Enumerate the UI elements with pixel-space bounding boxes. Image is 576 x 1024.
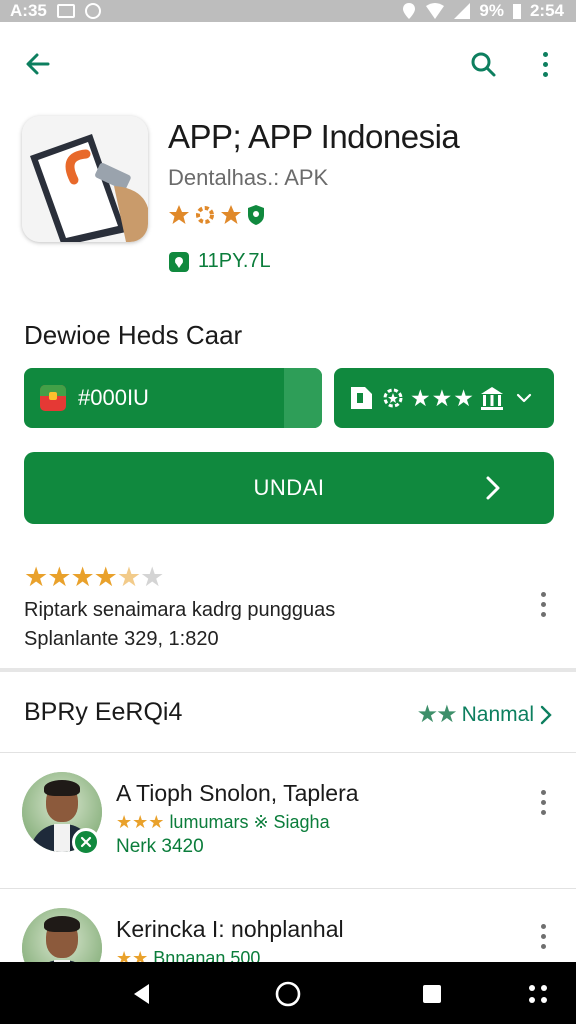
rating-selector-stars: ★★★ xyxy=(410,384,475,411)
shield-badge-icon xyxy=(248,205,264,225)
status-left: A:35 xyxy=(10,1,101,21)
back-button[interactable] xyxy=(16,42,60,86)
section-title: BPRy EeRQi4 xyxy=(24,698,183,726)
divider xyxy=(0,888,576,889)
status-left-text: A:35 xyxy=(10,1,47,20)
square-recents-icon xyxy=(423,985,441,1003)
divider xyxy=(0,752,576,753)
review-text-line2: Splanlante 329, 1:820 xyxy=(24,628,219,650)
app-header: APP; APP Indonesia Dentalhas.: APK 11PY.… xyxy=(0,110,576,290)
document-icon xyxy=(351,387,372,409)
star-icon: ★ xyxy=(70,562,94,592)
nav-apps-button[interactable] xyxy=(518,974,558,1014)
arrow-left-icon xyxy=(26,53,50,75)
location-icon xyxy=(403,3,416,19)
search-button[interactable] xyxy=(461,42,505,86)
country-code: #000IU xyxy=(78,385,149,410)
app-icon xyxy=(22,116,148,242)
section-stars-icon: ★★ xyxy=(416,701,458,728)
list-item-title: Kerincka I: nohplanhal xyxy=(116,916,344,942)
app-size: 11PY.7L xyxy=(198,250,271,272)
list-item-stars: ★★★ xyxy=(116,812,165,832)
system-nav-bar xyxy=(0,962,576,1024)
status-bar: A:35 9% 2:54 xyxy=(0,0,576,22)
flag-icon xyxy=(40,385,66,411)
gear-badge-icon xyxy=(196,206,214,224)
list-item-subtitle-text: lumumars ※ Siagha xyxy=(169,812,330,832)
triangle-back-icon xyxy=(134,984,149,1004)
star-icon: ★ xyxy=(24,562,48,592)
nav-back-button[interactable] xyxy=(122,974,162,1014)
circle-home-icon xyxy=(275,981,301,1007)
install-button[interactable]: UNDAI xyxy=(24,452,554,524)
nav-recents-button[interactable] xyxy=(412,974,452,1014)
nav-home-button[interactable] xyxy=(268,974,308,1014)
star-badge-icon xyxy=(221,205,241,224)
bank-icon xyxy=(480,387,503,410)
section-link-label: Nanmal xyxy=(461,702,534,726)
star-icon: ★ xyxy=(140,562,164,592)
app-bar xyxy=(0,22,576,106)
review-more-button[interactable] xyxy=(531,586,555,622)
status-time: 2:54 xyxy=(529,1,564,20)
section-divider xyxy=(0,668,576,672)
list-item[interactable]: A Tioph Snolon, Taplera ★★★ lumumars ※ S… xyxy=(0,760,576,890)
battery-text: 9% xyxy=(479,1,504,20)
section-see-all-link[interactable]: ★★ Nanmal xyxy=(417,700,552,729)
list-item-more-button[interactable] xyxy=(531,918,555,954)
battery-icon xyxy=(512,4,521,19)
sync-icon xyxy=(84,3,101,19)
list-item-meta: Nerk 3420 xyxy=(116,836,204,857)
verified-badge-icon xyxy=(72,828,100,856)
app-size-row: 11PY.7L xyxy=(168,250,271,273)
install-button-label: UNDAI xyxy=(253,475,325,500)
phone-repair-icon xyxy=(22,116,148,242)
search-icon xyxy=(471,52,496,77)
grid-icon xyxy=(529,985,547,1003)
app-title: APP; APP Indonesia xyxy=(168,118,460,155)
gear-star-icon xyxy=(383,388,403,408)
list-item-subtitle: ★★★ lumumars ※ Siagha xyxy=(116,812,330,833)
star-icon: ★ xyxy=(93,562,118,592)
app-developer: Dentalhas.: APK xyxy=(168,165,329,190)
list-item-more-button[interactable] xyxy=(531,784,555,820)
wifi-icon xyxy=(426,3,445,19)
chevron-right-icon xyxy=(540,705,552,724)
app-badges xyxy=(168,204,266,226)
overflow-menu-button[interactable] xyxy=(533,46,557,82)
rating-selector[interactable]: ★★★ xyxy=(334,368,554,428)
country-selector[interactable]: #000IU xyxy=(24,368,322,428)
star-icon: ★ xyxy=(47,562,71,592)
chevron-down-icon xyxy=(516,393,531,403)
notification-icon xyxy=(56,4,75,18)
list-item-title: A Tioph Snolon, Taplera xyxy=(116,780,359,806)
chevron-right-icon xyxy=(486,476,500,500)
device-section-label: Dewioe Heds Caar xyxy=(24,320,243,350)
signal-icon xyxy=(454,3,471,19)
status-right: 9% 2:54 xyxy=(401,1,564,21)
review-text-line1: Riptark senaimara kadrg pungguas xyxy=(24,599,336,621)
map-pin-icon xyxy=(169,251,189,272)
rating-stars: ★★★★★★ xyxy=(24,562,564,593)
star-badge-icon xyxy=(169,205,189,224)
star-icon: ★ xyxy=(116,562,141,592)
rating-summary: ★★★★★★ Riptark senaimara kadrg pungguas … xyxy=(24,562,564,662)
